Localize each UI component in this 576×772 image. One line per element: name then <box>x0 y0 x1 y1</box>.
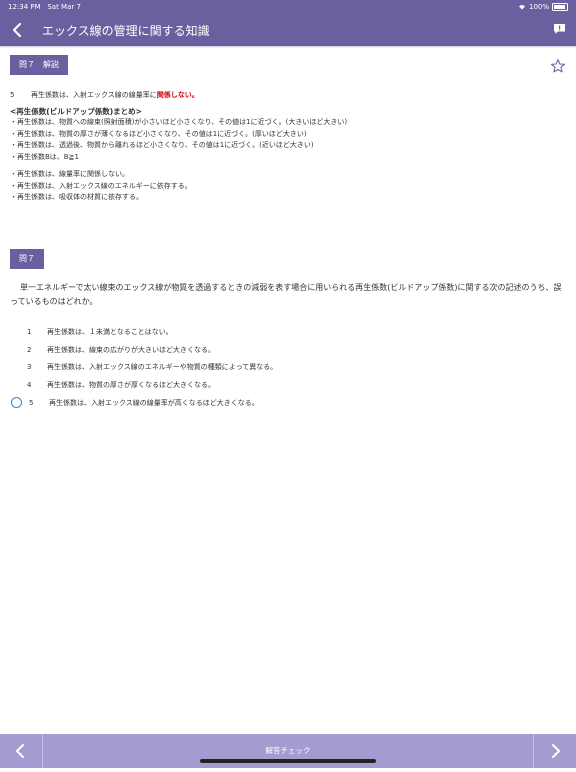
choice-2[interactable]: 2 再生係数は、線束の広がりが大きいほど大きくなる。 <box>10 341 566 359</box>
summary-heading: <再生係数(ビルドアップ係数)まとめ> <box>10 106 142 116</box>
summary-line: ・再生係数は、透過後、物質から離れるほど小さくなり、その値は1に近づく。(近いほ… <box>10 141 314 149</box>
back-icon[interactable] <box>8 19 28 41</box>
radio-unselected <box>10 378 24 392</box>
question-tag: 問７ <box>10 249 44 269</box>
choices-list: 1 再生係数は、１未満となることはない。 2 再生係数は、線束の広がりが大きいほ… <box>10 323 566 411</box>
nav-bar: エックス線の管理に関する知識 <box>0 14 576 46</box>
choice-3[interactable]: 3 再生係数は、入射エックス線のエネルギーや物質の種類によって異なる。 <box>10 358 566 376</box>
nav-divider <box>0 46 576 48</box>
radio-unselected <box>10 360 24 374</box>
choice-number: 1 <box>27 327 32 336</box>
answer-text: 再生係数は、入射エックス線の線量率に <box>31 91 157 99</box>
battery-icon <box>552 3 568 11</box>
choice-5[interactable]: 5 再生係数は、入射エックス線の線量率が高くなるほど大きくなる。 <box>10 394 566 412</box>
prev-question-button[interactable] <box>0 734 43 768</box>
choice-text: 再生係数は、線束の広がりが大きいほど大きくなる。 <box>47 345 215 354</box>
choice-number: 3 <box>27 363 32 372</box>
choice-text: 再生係数は、入射エックス線の線量率が高くなるほど大きくなる。 <box>49 398 259 407</box>
home-indicator <box>200 759 376 763</box>
summary-line: ・再生係数は、物質への線束(照射面積)が小さいほど小さくなり、その値は1に近づく… <box>10 118 348 126</box>
choice-number: 4 <box>27 380 32 389</box>
answer-number: 5 <box>10 91 15 99</box>
choice-text: 再生係数は、物質の厚さが厚くなるほど大きくなる。 <box>47 380 215 389</box>
question-text: 単一エネルギーで太い線束のエックス線が物質を透過するときの減弱を表す場合に用いら… <box>10 283 562 306</box>
summary-line: ・再生係数は、物質の厚さが薄くなるほど小さくなり、その値は1に近づく。(厚いほど… <box>10 129 307 138</box>
status-time-date: 12:34 PM Sat Mar 7 <box>8 3 81 11</box>
choice-text: 再生係数は、入射エックス線のエネルギーや物質の種類によって異なる。 <box>47 363 278 372</box>
answer-emphasis: 関係しない。 <box>156 91 199 99</box>
chevron-right-icon <box>552 744 560 758</box>
page-title: エックス線の管理に関する知識 <box>42 24 210 38</box>
answer-line: 5 再生係数は、入射エックス線の線量率に関係しない。 <box>10 90 566 102</box>
radio-unselected <box>10 325 24 339</box>
choice-1[interactable]: 1 再生係数は、１未満となることはない。 <box>10 323 566 341</box>
summary-line: ・再生係数Bは、B≧1 <box>10 152 79 161</box>
choice-number: 2 <box>27 345 32 354</box>
radio-unselected <box>10 343 24 357</box>
choice-4[interactable]: 4 再生係数は、物質の厚さが厚くなるほど大きくなる。 <box>10 376 566 394</box>
wifi-icon <box>518 4 525 10</box>
radio-selected-icon <box>11 397 22 409</box>
chevron-left-icon <box>16 744 24 758</box>
status-bar: 12:34 PM Sat Mar 7 100% <box>0 0 576 14</box>
battery-percent: 100% <box>528 3 549 11</box>
chat-bubble-icon[interactable] <box>553 23 566 35</box>
status-right: 100% <box>518 3 568 11</box>
choice-text: 再生係数は、１未満となることはない。 <box>47 327 173 336</box>
explanation-body: 5 再生係数は、入射エックス線の線量率に関係しない。 <再生係数(ビルドアップ係数… <box>10 90 566 204</box>
summary-line: ・再生係数は、入射エックス線のエネルギーに依存する。 <box>10 181 192 190</box>
choice-number: 5 <box>29 398 34 407</box>
summary-line: ・再生係数は、線量率に関係しない。 <box>10 170 129 178</box>
favorite-star-icon[interactable] <box>550 58 566 74</box>
summary-line: ・再生係数は、吸収体の材質に依存する。 <box>10 193 143 201</box>
explanation-tag: 問７ 解説 <box>10 55 68 75</box>
next-question-button[interactable] <box>533 734 576 768</box>
